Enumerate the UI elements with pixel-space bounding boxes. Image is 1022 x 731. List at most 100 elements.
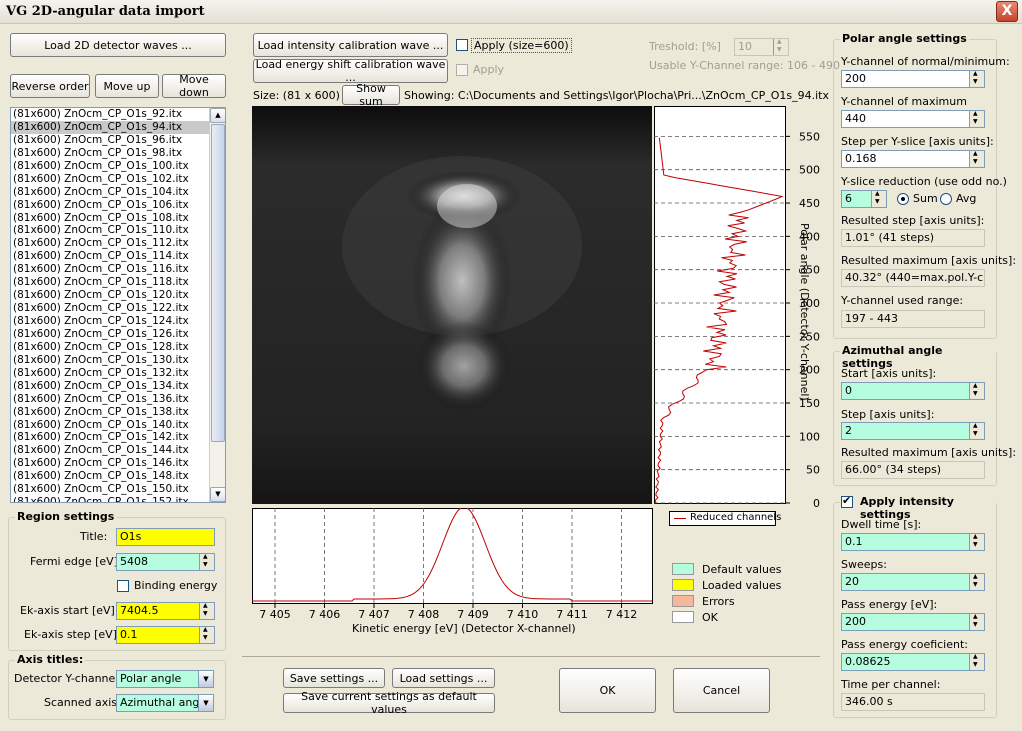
az-start-field[interactable]: 0 [841,382,985,400]
list-item[interactable]: (81x600) ZnOcm_CP_O1s_120.itx [11,289,209,302]
move-up-button[interactable]: Move up [95,74,159,98]
detector-y-label: Detector Y-channel: [14,672,123,685]
apply-energy-checkbox[interactable] [456,64,468,76]
res-step-label: Resulted step [axis units]: [841,214,985,227]
list-item[interactable]: (81x600) ZnOcm_CP_O1s_126.itx [11,328,209,341]
list-item[interactable]: (81x600) ZnOcm_CP_O1s_94.itx [11,120,209,134]
normal-spinner-icon[interactable] [969,71,984,87]
chevron-down-icon[interactable]: ▼ [198,695,213,711]
reduction-spinner-icon[interactable] [871,191,886,207]
sweeps-spinner-icon[interactable] [969,574,984,590]
time-per-channel-label: Time per channel: [841,678,941,691]
list-item[interactable]: (81x600) ZnOcm_CP_O1s_150.itx [11,483,209,496]
list-item[interactable]: (81x600) ZnOcm_CP_O1s_114.itx [11,250,209,263]
scroll-thumb[interactable] [211,124,225,442]
binding-energy-label: Binding energy [134,579,218,592]
avg-radio[interactable] [940,193,952,205]
ek-start-field[interactable]: 7404.5 [116,602,215,620]
max-spinner-icon[interactable] [969,111,984,127]
chevron-down-icon[interactable]: ▼ [198,671,213,687]
list-item[interactable]: (81x600) ZnOcm_CP_O1s_142.itx [11,431,209,444]
list-item[interactable]: (81x600) ZnOcm_CP_O1s_148.itx [11,470,209,483]
pass-coef-spinner-icon[interactable] [969,654,984,670]
save-settings-button[interactable]: Save settings ... [283,668,385,688]
ek-start-spinner-icon[interactable] [199,603,214,619]
apply-intensity-settings-checkbox[interactable] [841,494,853,508]
list-item[interactable]: (81x600) ZnOcm_CP_O1s_144.itx [11,444,209,457]
list-item[interactable]: (81x600) ZnOcm_CP_O1s_132.itx [11,367,209,380]
close-button[interactable]: X [996,1,1018,22]
list-item[interactable]: (81x600) ZnOcm_CP_O1s_136.itx [11,393,209,406]
list-item[interactable]: (81x600) ZnOcm_CP_O1s_130.itx [11,354,209,367]
window-title: VG 2D-angular data import [6,4,205,19]
reduction-field[interactable]: 6 [841,190,887,208]
dwell-spinner-icon[interactable] [969,534,984,550]
list-item[interactable]: (81x600) ZnOcm_CP_O1s_152.itx [11,496,209,502]
ek-step-spinner-icon[interactable] [199,627,214,643]
ok-button[interactable]: OK [559,668,656,713]
fermi-field[interactable]: 5408 [116,553,215,571]
list-item[interactable]: (81x600) ZnOcm_CP_O1s_108.itx [11,212,209,225]
list-item[interactable]: (81x600) ZnOcm_CP_O1s_118.itx [11,276,209,289]
pass-energy-field[interactable]: 200 [841,613,985,631]
list-item[interactable]: (81x600) ZnOcm_CP_O1s_134.itx [11,380,209,393]
save-default-button[interactable]: Save current settings as default values [283,690,495,716]
fermi-label: Fermi edge [eV]: [30,555,122,568]
list-item[interactable]: (81x600) ZnOcm_CP_O1s_98.itx [11,147,209,160]
load-intensity-calibration-button[interactable]: Load intensity calibration wave ... [253,33,448,57]
title-field[interactable]: O1s [116,528,215,546]
sum-radio[interactable] [897,193,909,205]
pass-energy-spinner-icon[interactable] [969,614,984,630]
move-down-button[interactable]: Move down [162,73,226,99]
detector-y-select[interactable]: Polar angle ▼ [116,670,214,688]
file-list[interactable]: (81x600) ZnOcm_CP_O1s_92.itx (81x600) ZnO… [10,107,226,503]
list-item[interactable]: (81x600) ZnOcm_CP_O1s_112.itx [11,237,209,250]
list-item[interactable]: (81x600) ZnOcm_CP_O1s_96.itx [11,134,209,147]
list-item[interactable]: (81x600) ZnOcm_CP_O1s_146.itx [11,457,209,470]
list-item[interactable]: (81x600) ZnOcm_CP_O1s_110.itx [11,224,209,237]
dwell-field[interactable]: 0.1 [841,533,985,551]
detector-image[interactable] [252,106,652,504]
list-item[interactable]: (81x600) ZnOcm_CP_O1s_122.itx [11,302,209,315]
normal-field[interactable]: 200 [841,70,985,88]
threshold-spinner-icon[interactable] [773,39,788,55]
sweeps-label: Sweeps: [841,558,887,571]
list-item[interactable]: (81x600) ZnOcm_CP_O1s_116.itx [11,263,209,276]
az-res-max-label: Resulted maximum [axis units]: [841,446,1017,459]
list-item[interactable]: (81x600) ZnOcm_CP_O1s_92.itx [11,108,209,121]
reverse-order-button[interactable]: Reverse order [10,74,90,98]
max-field[interactable]: 440 [841,110,985,128]
load-settings-button[interactable]: Load settings ... [392,668,495,688]
show-sum-button[interactable]: Show sum [342,82,400,108]
scanned-axis-select[interactable]: Azimuthal angle ▼ [116,694,214,712]
fermi-spinner-icon[interactable] [199,554,214,570]
step-spinner-icon[interactable] [969,151,984,167]
list-item[interactable]: (81x600) ZnOcm_CP_O1s_124.itx [11,315,209,328]
reduced-channels-legend: Reduced channels [669,511,781,526]
side-tick-label: 500 [799,164,820,177]
list-item[interactable]: (81x600) ZnOcm_CP_O1s_128.itx [11,341,209,354]
list-item[interactable]: (81x600) ZnOcm_CP_O1s_106.itx [11,199,209,212]
list-item[interactable]: (81x600) ZnOcm_CP_O1s_140.itx [11,419,209,432]
list-item[interactable]: (81x600) ZnOcm_CP_O1s_102.itx [11,173,209,186]
binding-energy-checkbox[interactable] [117,580,129,592]
load-2d-waves-button[interactable]: Load 2D detector waves ... [10,33,226,57]
pass-coef-field[interactable]: 0.08625 [841,653,985,671]
scroll-up-icon[interactable]: ▲ [210,108,225,123]
ek-step-field[interactable]: 0.1 [116,626,215,644]
az-start-spinner-icon[interactable] [969,383,984,399]
list-item[interactable]: (81x600) ZnOcm_CP_O1s_100.itx [11,160,209,173]
legend-swatch [672,563,694,575]
az-step-field[interactable]: 2 [841,422,985,440]
scroll-down-icon[interactable]: ▼ [210,487,225,502]
threshold-field[interactable]: 10 [734,38,789,56]
az-step-spinner-icon[interactable] [969,423,984,439]
list-item[interactable]: (81x600) ZnOcm_CP_O1s_138.itx [11,406,209,419]
file-list-scrollbar[interactable]: ▲ ▼ [209,108,225,502]
list-item[interactable]: (81x600) ZnOcm_CP_O1s_104.itx [11,186,209,199]
cancel-button[interactable]: Cancel [673,668,770,713]
sweeps-field[interactable]: 20 [841,573,985,591]
step-field[interactable]: 0.168 [841,150,985,168]
apply-intensity-checkbox[interactable] [456,39,468,51]
load-energy-shift-button[interactable]: Load energy shift calibration wave ... [253,58,448,84]
